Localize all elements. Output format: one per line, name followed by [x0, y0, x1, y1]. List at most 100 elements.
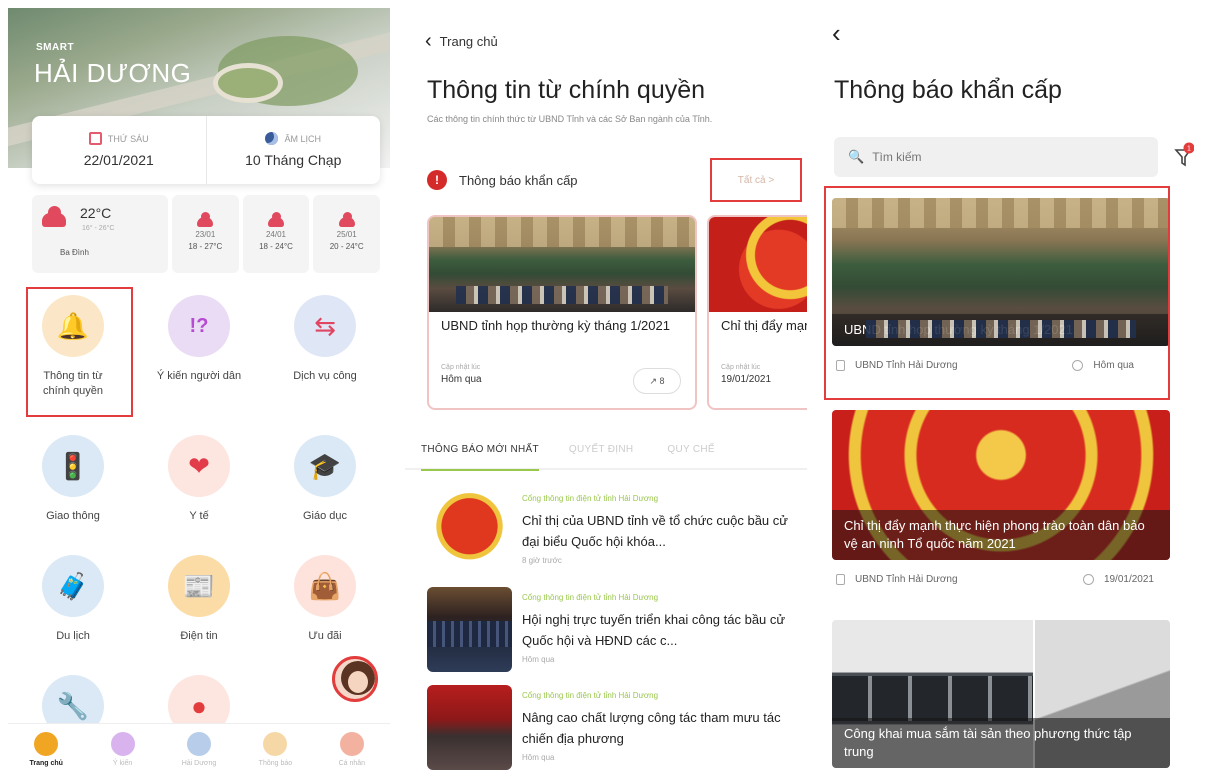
back-label: Trang chủ [439, 33, 498, 49]
clock-icon [1082, 574, 1094, 585]
news-title: Nâng cao chất lượng công tác tham mưu tá… [522, 710, 781, 746]
weather-location: Ba Đình [60, 248, 89, 257]
card-title: UBND tỉnh họp thường kỳ tháng 1/2021 [441, 318, 670, 333]
tile-label: Giáo dục [302, 510, 348, 522]
public-service-icon: ⇆ [294, 295, 356, 357]
banner-roundabout [213, 63, 283, 103]
calendar-icon [88, 132, 102, 145]
tile-label: Dịch vụ công [293, 370, 357, 382]
current-range: 16° - 26°C [82, 225, 115, 232]
shopping-bag-icon: 👜 [294, 555, 356, 617]
forecast-date: 23/01 [195, 230, 216, 239]
tile-label: Ưu đãi [308, 630, 342, 642]
news-time: Hôm qua [522, 655, 555, 664]
updated-label: Cập nhật lúc [721, 364, 761, 371]
tile-label: Y tế [189, 510, 209, 522]
notice-caption: Công khai mua sắm tài sản theo phương th… [832, 718, 1170, 768]
tab-label: Thông báo [258, 760, 293, 767]
share-count: 8 [659, 376, 665, 386]
news-source: Cổng thông tin điện tử tỉnh Hải Dương [522, 494, 659, 503]
lunar-label: ÂM LỊCH [284, 133, 321, 144]
share-button[interactable]: ↗ 8 [633, 368, 681, 394]
user-icon [339, 732, 364, 756]
weather-widget[interactable]: 22°C 16° - 26°C Ba Đình 23/01 18 - 27°C … [32, 195, 381, 273]
search-bar: 🔍 [834, 137, 1158, 177]
forecast-date: 25/01 [336, 230, 357, 239]
forecast-range: 18 - 27°C [188, 242, 223, 251]
date-card: THỨ SÁU 22/01/2021 ÂM LỊCH 10 Tháng Chạp [32, 116, 380, 184]
see-all-button[interactable]: Tất cả > [710, 158, 802, 202]
search-input[interactable] [872, 150, 1133, 164]
notice-card[interactable]: Chỉ thị đẩy mạnh thực hiện phong trào to… [832, 410, 1170, 585]
tab-latest[interactable]: THÔNG BÁO MỚI NHẤT [421, 444, 539, 471]
news-item[interactable]: Cổng thông tin điện tử tỉnh Hải Dương Hộ… [427, 587, 802, 677]
news-source: Cổng thông tin điện tử tỉnh Hải Dương [522, 593, 659, 602]
heart-icon: ❤ [168, 435, 230, 497]
tab-decisions[interactable]: QUYẾT ĐỊNH [569, 444, 634, 455]
day-value: 22/01/2021 [83, 152, 154, 168]
tile-education[interactable]: 🎓 Giáo dục [270, 435, 380, 524]
page-title: Thông báo khẩn cấp [834, 76, 1062, 104]
share-icon: ↗ [649, 375, 660, 386]
tile-offers[interactable]: 👜 Ưu đãi [270, 555, 380, 644]
assistant-avatar[interactable] [332, 656, 378, 702]
meeting-photo [429, 217, 695, 312]
brand-small-text: SMART [36, 42, 75, 53]
emergency-card[interactable]: UBND tỉnh họp thường kỳ tháng 1/2021 Cập… [427, 215, 697, 410]
tab-label: Hải Dương [181, 760, 217, 767]
government-info-screen: ‹ Trang chủ Thông tin từ chính quyền Các… [405, 0, 807, 775]
tab-label: Trang chủ [29, 760, 63, 767]
tile-traffic[interactable]: 🚦 Giao thông [18, 435, 128, 524]
tab-notifications[interactable]: Thông báo [237, 724, 313, 775]
tab-profile[interactable]: Cá nhân [314, 724, 390, 775]
notice-caption: Chỉ thị đẩy mạnh thực hiện phong trào to… [832, 510, 1170, 560]
tile-citizen-feedback[interactable]: !? Ý kiến người dân [144, 295, 254, 384]
news-title: Hội nghị trực tuyến triển khai công tác … [522, 612, 786, 648]
tile-tourism[interactable]: 🧳 Du lịch [18, 555, 128, 644]
news-item[interactable]: Cổng thông tin điện tử tỉnh Hải Dương Nâ… [427, 685, 802, 775]
updated-value: 19/01/2021 [721, 374, 772, 385]
tile-label: Du lịch [56, 630, 90, 642]
tile-label: Điện tin [180, 630, 218, 642]
tile-news[interactable]: 📰 Điện tin [144, 555, 254, 644]
alert-icon: ! [427, 170, 447, 190]
city-icon [187, 732, 212, 756]
education-icon: 🎓 [294, 435, 356, 497]
emergency-card[interactable]: Chỉ thị đẩy mạnh phong trào t Cập nhật l… [707, 215, 807, 410]
news-item[interactable]: Cổng thông tin điện tử tỉnh Hải Dương Ch… [427, 488, 802, 578]
news-tabs: THÔNG BÁO MỚI NHẤT QUYẾT ĐỊNH QUY CHẾ [405, 430, 807, 471]
back-button[interactable]: ‹ Trang chủ [425, 31, 498, 51]
tile-health[interactable]: ❤ Y tế [144, 435, 254, 524]
tab-label: Cá nhân [338, 760, 366, 767]
weather-now: 22°C 16° - 26°C Ba Đình [32, 195, 168, 273]
filter-icon[interactable]: 1 [1174, 142, 1194, 168]
emergency-label: Thông báo khẩn cấp [459, 172, 578, 188]
cloud-rain-icon [42, 206, 66, 227]
highlight-box [824, 186, 1170, 400]
tab-regulations[interactable]: QUY CHẾ [667, 444, 714, 455]
page-description: Các thông tin chính thức từ UBND Tỉnh và… [427, 114, 713, 124]
cloud-rain-icon [268, 212, 284, 227]
lunar-value: 10 Tháng Chạp [245, 152, 342, 168]
news-time: 8 giờ trước [522, 556, 562, 565]
moon-icon [265, 132, 279, 145]
notice-card[interactable]: Công khai mua sắm tài sản theo phương th… [832, 620, 1170, 768]
forecast-day: 24/01 18 - 24°C [242, 195, 310, 273]
tab-hai-duong[interactable]: Hải Dương [161, 724, 237, 775]
emergency-section-header: ! Thông báo khẩn cấp [427, 170, 578, 190]
notice-date: 19/01/2021 [1103, 574, 1154, 585]
tile-label: Giao thông [46, 510, 100, 522]
conference-thumbnail [427, 587, 512, 672]
chevron-left-icon[interactable]: ‹ [832, 18, 841, 49]
forecast-day: 25/01 20 - 24°C [313, 195, 381, 273]
emblem-thumbnail [427, 488, 512, 573]
tile-label: Ý kiến người dân [156, 370, 242, 382]
solar-date: THỨ SÁU 22/01/2021 [32, 116, 206, 184]
notice-source: UBND Tỉnh Hải Dương [855, 574, 958, 585]
tab-home[interactable]: Trang chủ [8, 724, 84, 775]
tile-public-service[interactable]: ⇆ Dịch vụ công [270, 295, 380, 384]
card-title: Chỉ thị đẩy mạnh phong trào t [721, 318, 807, 333]
home-screen: SMART HẢI DƯƠNG THỨ SÁU 22/01/2021 ÂM LỊ… [8, 0, 390, 775]
tab-feedback[interactable]: Ý kiến [84, 724, 160, 775]
brand-title: HẢI DƯƠNG [34, 58, 192, 88]
